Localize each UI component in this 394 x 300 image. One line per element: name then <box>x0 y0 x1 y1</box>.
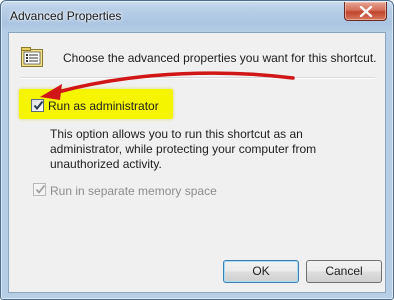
cancel-button[interactable]: Cancel <box>306 260 382 283</box>
separate-memory-checkbox <box>33 183 46 196</box>
shortcut-properties-icon <box>21 47 43 67</box>
close-button[interactable] <box>344 2 387 21</box>
run-as-admin-label[interactable]: Run as administrator <box>48 99 159 113</box>
ok-button[interactable]: OK <box>223 260 299 283</box>
checkmark-icon <box>33 100 44 111</box>
header-divider <box>21 77 375 79</box>
run-as-admin-description: This option allows you to run this short… <box>50 127 317 171</box>
window-title: Advanced Properties <box>10 9 122 23</box>
advanced-properties-dialog: Advanced Properties Choose the advanced … <box>0 0 394 300</box>
run-as-admin-checkbox[interactable] <box>31 99 44 112</box>
separate-memory-label: Run in separate memory space <box>50 184 217 198</box>
header-instruction: Choose the advanced properties you want … <box>63 51 377 65</box>
close-icon <box>359 6 373 17</box>
dialog-content: Choose the advanced properties you want … <box>8 32 386 293</box>
checkmark-icon <box>35 184 46 194</box>
title-bar[interactable]: Advanced Properties <box>1 1 393 31</box>
